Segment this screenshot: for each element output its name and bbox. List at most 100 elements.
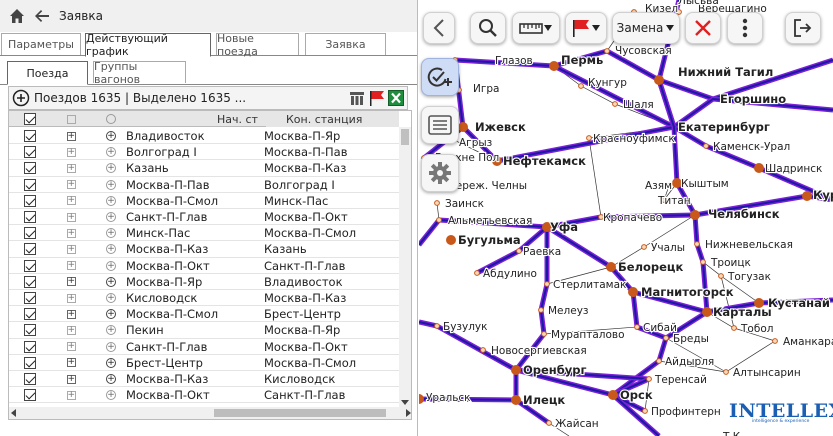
table-row[interactable]: + + Москва-П-Каз Казань — [9, 241, 399, 258]
tab-request[interactable]: Заявка — [305, 33, 386, 55]
row-radio[interactable]: + — [104, 355, 118, 371]
list-button[interactable] — [421, 106, 459, 144]
home-icon[interactable] — [9, 8, 25, 24]
row-checkbox[interactable] — [23, 258, 37, 274]
table-row[interactable]: + + Санкт-П-Глав Москва-П-Окт — [9, 209, 399, 226]
row-expand-toggle[interactable]: + — [64, 274, 78, 290]
table-row[interactable]: + + Казань Москва-П-Каз — [9, 160, 399, 177]
row-checkbox[interactable] — [23, 371, 37, 387]
row-checkbox[interactable] — [23, 128, 37, 144]
row-checkbox[interactable] — [23, 144, 37, 160]
row-expand-toggle[interactable]: + — [64, 225, 78, 241]
row-radio[interactable]: + — [104, 274, 118, 290]
add-circle-icon[interactable] — [12, 89, 30, 107]
table-row[interactable]: + + Волгоград I Москва-П-Пав — [9, 144, 399, 161]
row-radio[interactable]: + — [104, 225, 118, 241]
row-expand-toggle[interactable]: + — [64, 290, 78, 306]
excel-export-icon[interactable] — [388, 90, 404, 106]
row-checkbox[interactable] — [23, 339, 37, 355]
table-row[interactable]: + + Минск-Пас Москва-П-Смол — [9, 225, 399, 242]
flag-dropdown-button[interactable] — [565, 12, 607, 44]
horizontal-scrollbar[interactable] — [9, 407, 411, 419]
logout-button[interactable] — [785, 12, 821, 44]
row-expand-toggle[interactable]: + — [64, 209, 78, 225]
row-expand-toggle[interactable]: + — [64, 193, 78, 209]
table-row[interactable]: + + Москва-П-Окт Санкт-П-Глав — [9, 258, 399, 274]
header-start-station[interactable]: Нач. ст — [217, 111, 263, 127]
row-expand-toggle[interactable]: + — [64, 128, 78, 144]
row-checkbox[interactable] — [23, 209, 37, 225]
row-radio[interactable]: + — [104, 241, 118, 257]
map-panel[interactable]: Кизел Верещагино Лысьва Глазов Пермь Чусовска… — [419, 0, 833, 436]
table-row[interactable]: + + Москва-П-Смол Брест-Центр — [9, 306, 399, 323]
row-expand-toggle[interactable]: + — [64, 144, 78, 160]
railway-map[interactable]: Кизел ВерещагиноЛысьваГлазов ПермьЧусовска… — [419, 0, 833, 436]
ruler-dropdown-button[interactable] — [512, 12, 560, 44]
row-checkbox[interactable] — [23, 322, 37, 338]
header-end-station[interactable]: Кон. станция — [266, 111, 399, 127]
search-button[interactable] — [470, 12, 506, 44]
back-arrow-icon[interactable] — [34, 8, 50, 24]
row-radio[interactable]: + — [104, 160, 118, 176]
add-check-button[interactable] — [421, 58, 459, 96]
vertical-scrollbar[interactable] — [399, 127, 411, 407]
row-expand-toggle[interactable]: + — [64, 258, 78, 274]
row-radio[interactable]: + — [104, 290, 118, 306]
horizontal-scroll-thumb[interactable] — [214, 409, 386, 417]
row-checkbox[interactable] — [23, 241, 37, 257]
row-expand-toggle[interactable]: + — [64, 322, 78, 338]
row-expand-toggle[interactable]: + — [64, 160, 78, 176]
row-expand-toggle[interactable]: + — [64, 306, 78, 322]
settings-button[interactable] — [421, 154, 459, 192]
tab-parameters[interactable]: Параметры — [1, 33, 81, 55]
clear-button[interactable] — [685, 12, 721, 44]
row-radio[interactable]: + — [104, 144, 118, 160]
table-row[interactable]: + + Брест-Центр Москва-П-Смол — [9, 355, 399, 371]
row-checkbox[interactable] — [23, 355, 37, 371]
table-row[interactable]: + + Москва-П-Яр Владивосток — [9, 274, 399, 290]
table-row[interactable]: + + Пекин Москва-П-Яр — [9, 322, 399, 339]
replace-dropdown-button[interactable]: Замена — [612, 12, 680, 44]
row-checkbox[interactable] — [23, 177, 37, 193]
select-all-checkbox[interactable] — [23, 111, 37, 127]
row-checkbox[interactable] — [23, 387, 37, 403]
row-checkbox[interactable] — [23, 193, 37, 209]
tab-trains[interactable]: Поезда — [7, 61, 88, 85]
radio-header[interactable] — [104, 111, 118, 127]
row-checkbox[interactable] — [23, 274, 37, 290]
table-row[interactable]: + + Москва-П-Каз Кисловодск — [9, 371, 399, 388]
row-radio[interactable]: + — [104, 339, 118, 355]
row-radio[interactable]: + — [104, 193, 118, 209]
tab-new-trains[interactable]: Новые поезда — [216, 32, 299, 58]
row-expand-toggle[interactable]: + — [64, 387, 78, 403]
row-radio[interactable]: + — [104, 258, 118, 274]
row-radio[interactable]: + — [104, 322, 118, 338]
row-checkbox[interactable] — [23, 225, 37, 241]
row-checkbox[interactable] — [23, 290, 37, 306]
tab-wagon-groups[interactable]: Группы вагонов — [93, 60, 186, 86]
row-checkbox[interactable] — [23, 160, 37, 176]
row-radio[interactable]: + — [104, 128, 118, 144]
collapse-left-button[interactable] — [423, 12, 455, 44]
table-row[interactable]: + + Москва-П-Окт Санкт-П-Глав — [9, 387, 399, 404]
expand-all-header[interactable] — [64, 111, 78, 127]
row-radio[interactable]: + — [104, 209, 118, 225]
row-expand-toggle[interactable]: + — [64, 241, 78, 257]
table-row[interactable]: + + Москва-П-Пав Волгоград I — [9, 177, 399, 193]
row-checkbox[interactable] — [23, 306, 37, 322]
row-radio[interactable]: + — [104, 177, 118, 193]
table-row[interactable]: + + Москва-П-Смол Минск-Пас — [9, 193, 399, 209]
table-row[interactable]: + + Кисловодск Москва-П-Каз — [9, 290, 399, 307]
red-flag-icon[interactable] — [368, 89, 386, 107]
more-menu-button[interactable] — [727, 12, 763, 44]
vertical-scroll-thumb[interactable] — [401, 129, 409, 145]
row-radio[interactable]: + — [104, 371, 118, 387]
row-radio[interactable]: + — [104, 387, 118, 403]
row-expand-toggle[interactable]: + — [64, 355, 78, 371]
row-radio[interactable]: + — [104, 306, 118, 322]
columns-icon[interactable] — [349, 90, 365, 106]
table-row[interactable]: + + Санкт-П-Глав Москва-П-Окт — [9, 339, 399, 355]
row-expand-toggle[interactable]: + — [64, 371, 78, 387]
table-row[interactable]: + + Владивосток Москва-П-Яр — [9, 128, 399, 145]
row-expand-toggle[interactable]: + — [64, 177, 78, 193]
